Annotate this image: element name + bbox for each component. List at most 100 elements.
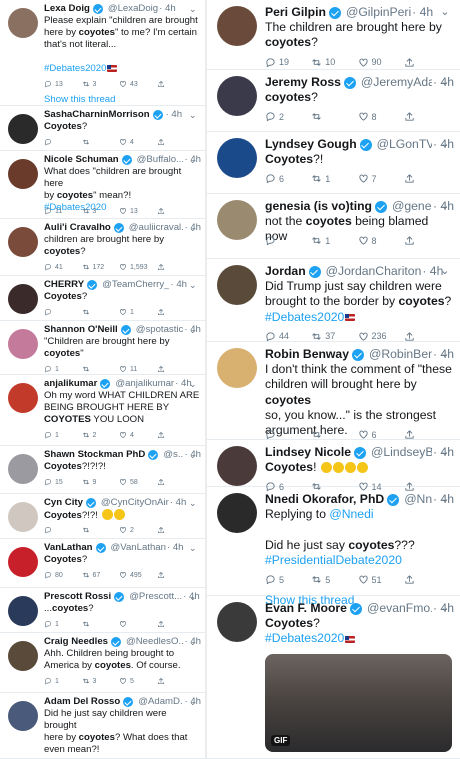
author-name[interactable]: Nnedi Okorafor, PhD [265,492,384,507]
retweet-button[interactable] [82,308,120,316]
like-button[interactable]: 7 [358,173,404,184]
avatar[interactable] [217,493,257,533]
share-button[interactable] [157,138,195,146]
more-options-icon[interactable]: ⌄ [189,542,197,554]
like-button[interactable]: 90 [358,57,404,68]
share-button[interactable] [404,331,450,342]
share-button[interactable] [404,173,450,184]
more-options-icon[interactable]: ⌄ [189,591,197,603]
more-options-icon[interactable]: ⌄ [440,137,450,152]
tweet[interactable]: Lindsey Nicole@LindseyB...· 4h⌄Coyotes! … [207,440,460,492]
tweet[interactable]: Craig Needles @NeedlesO... · 4h ⌄ Ahh. Child… [0,633,205,693]
like-button[interactable] [119,620,157,628]
more-options-icon[interactable]: ⌄ [189,497,197,509]
author-handle[interactable]: @gene... [392,199,432,214]
hashtag-link[interactable]: #Debates2020 [44,63,106,74]
reply-button[interactable] [44,138,82,146]
retweet-button[interactable] [82,365,120,373]
tweet[interactable]: Auli'i Cravalho @auliicraval... · 4h ⌄ child… [0,219,205,276]
retweet-button[interactable]: 3 [82,80,120,88]
retweet-button[interactable] [82,138,120,146]
timestamp[interactable]: · 4h [167,542,184,554]
share-button[interactable] [157,308,195,316]
author-handle[interactable]: @LindseyB... [371,445,432,460]
retweet-button[interactable] [311,111,357,122]
more-options-icon[interactable]: ⌄ [189,324,197,336]
author-name[interactable]: Jordan [265,264,306,279]
author-handle[interactable]: @JeremyAda... [361,75,432,90]
tweet[interactable]: VanLathan @VanLathan · 4h ⌄ Coyotes? 80 67 495 [0,539,205,588]
avatar[interactable] [217,6,257,46]
retweet-button[interactable]: 3 [82,677,120,685]
avatar[interactable] [8,227,38,257]
author-name[interactable]: Lindsey Nicole [265,445,351,460]
tweet[interactable]: SashaCharninMorrison · 4h ⌄ Coyotes? 4 [0,106,205,151]
author-handle[interactable]: @auliicraval... [129,222,184,234]
more-options-icon[interactable]: ⌄ [189,109,197,121]
retweet-button[interactable] [82,526,120,534]
author-handle[interactable]: @AdamD... [138,696,183,708]
author-handle[interactable]: @evanFmo... [367,601,432,616]
author-name[interactable]: Jeremy Ross [265,75,341,90]
share-button[interactable] [157,80,195,88]
like-button[interactable]: 58 [119,478,157,486]
avatar[interactable] [217,265,257,305]
like-button[interactable]: 51 [358,574,404,585]
author-handle[interactable]: @anjalikumar [115,378,174,390]
retweet-button[interactable]: 67 [82,571,120,579]
author-handle[interactable]: @JordanChariton [326,264,422,279]
author-name[interactable]: CHERRY [44,279,84,291]
share-button[interactable] [404,574,450,585]
author-handle[interactable]: @Nn... [404,492,432,507]
timestamp[interactable]: · 4h [170,279,187,291]
like-button[interactable]: 236 [358,331,404,342]
reply-button[interactable]: 6 [265,173,311,184]
author-handle[interactable]: @NeedlesO... [126,636,183,648]
reply-button[interactable]: 1 [44,677,82,685]
avatar[interactable] [217,76,257,116]
like-button[interactable]: 11 [119,365,157,373]
more-options-icon[interactable]: ⌄ [440,199,450,214]
reply-button[interactable]: 19 [265,57,311,68]
reply-button[interactable]: 80 [44,571,82,579]
avatar[interactable] [8,114,38,144]
share-button[interactable] [404,57,450,68]
author-name[interactable]: Cyn City [44,497,83,509]
share-button[interactable] [157,620,195,628]
avatar[interactable] [8,383,38,413]
more-options-icon[interactable]: ⌄ [189,449,197,461]
reply-button[interactable] [265,235,311,246]
more-options-icon[interactable]: ⌄ [440,347,450,362]
reply-button[interactable]: 44 [265,331,311,342]
author-name[interactable]: Evan F. Moore [265,601,347,616]
reply-button[interactable] [265,429,311,440]
show-thread-link[interactable]: Show this thread [44,94,115,105]
more-options-icon[interactable]: ⌄ [189,279,197,291]
more-options-icon[interactable]: ⌄ [189,636,197,648]
like-button[interactable]: 495 [119,571,157,579]
retweet-button[interactable]: 3 [82,207,120,215]
avatar[interactable] [8,8,38,38]
author-handle[interactable]: @VanLathan [111,542,166,554]
like-button[interactable]: 8 [358,111,404,122]
share-button[interactable] [404,111,450,122]
like-button[interactable]: 6 [358,429,404,440]
share-button[interactable] [157,365,195,373]
retweet-button[interactable]: 1 [311,173,357,184]
avatar[interactable] [8,641,38,671]
timestamp[interactable]: · 4h [412,5,433,20]
author-name[interactable]: Shawn Stockman PhD [44,449,145,461]
reply-button[interactable]: 2 [265,111,311,122]
author-handle[interactable]: @s... [163,449,183,461]
reply-button[interactable]: 1 [44,620,82,628]
author-handle[interactable]: @GilpinPeri [346,5,411,20]
share-button[interactable] [157,677,195,685]
author-handle[interactable]: @Prescott... [129,591,182,603]
tweet[interactable]: Shawn Stockman PhD@s...· 4h⌄Coyotes?!?!?… [0,446,205,494]
tweet[interactable]: Adam Del Rosso @AdamD... · 4h ⌄ Did he just … [0,693,205,759]
more-options-icon[interactable]: ⌄ [440,601,450,616]
retweet-button[interactable]: 5 [311,574,357,585]
like-button[interactable]: 4 [119,138,157,146]
author-name[interactable]: Prescott Rossi [44,591,111,603]
share-button[interactable] [157,478,195,486]
